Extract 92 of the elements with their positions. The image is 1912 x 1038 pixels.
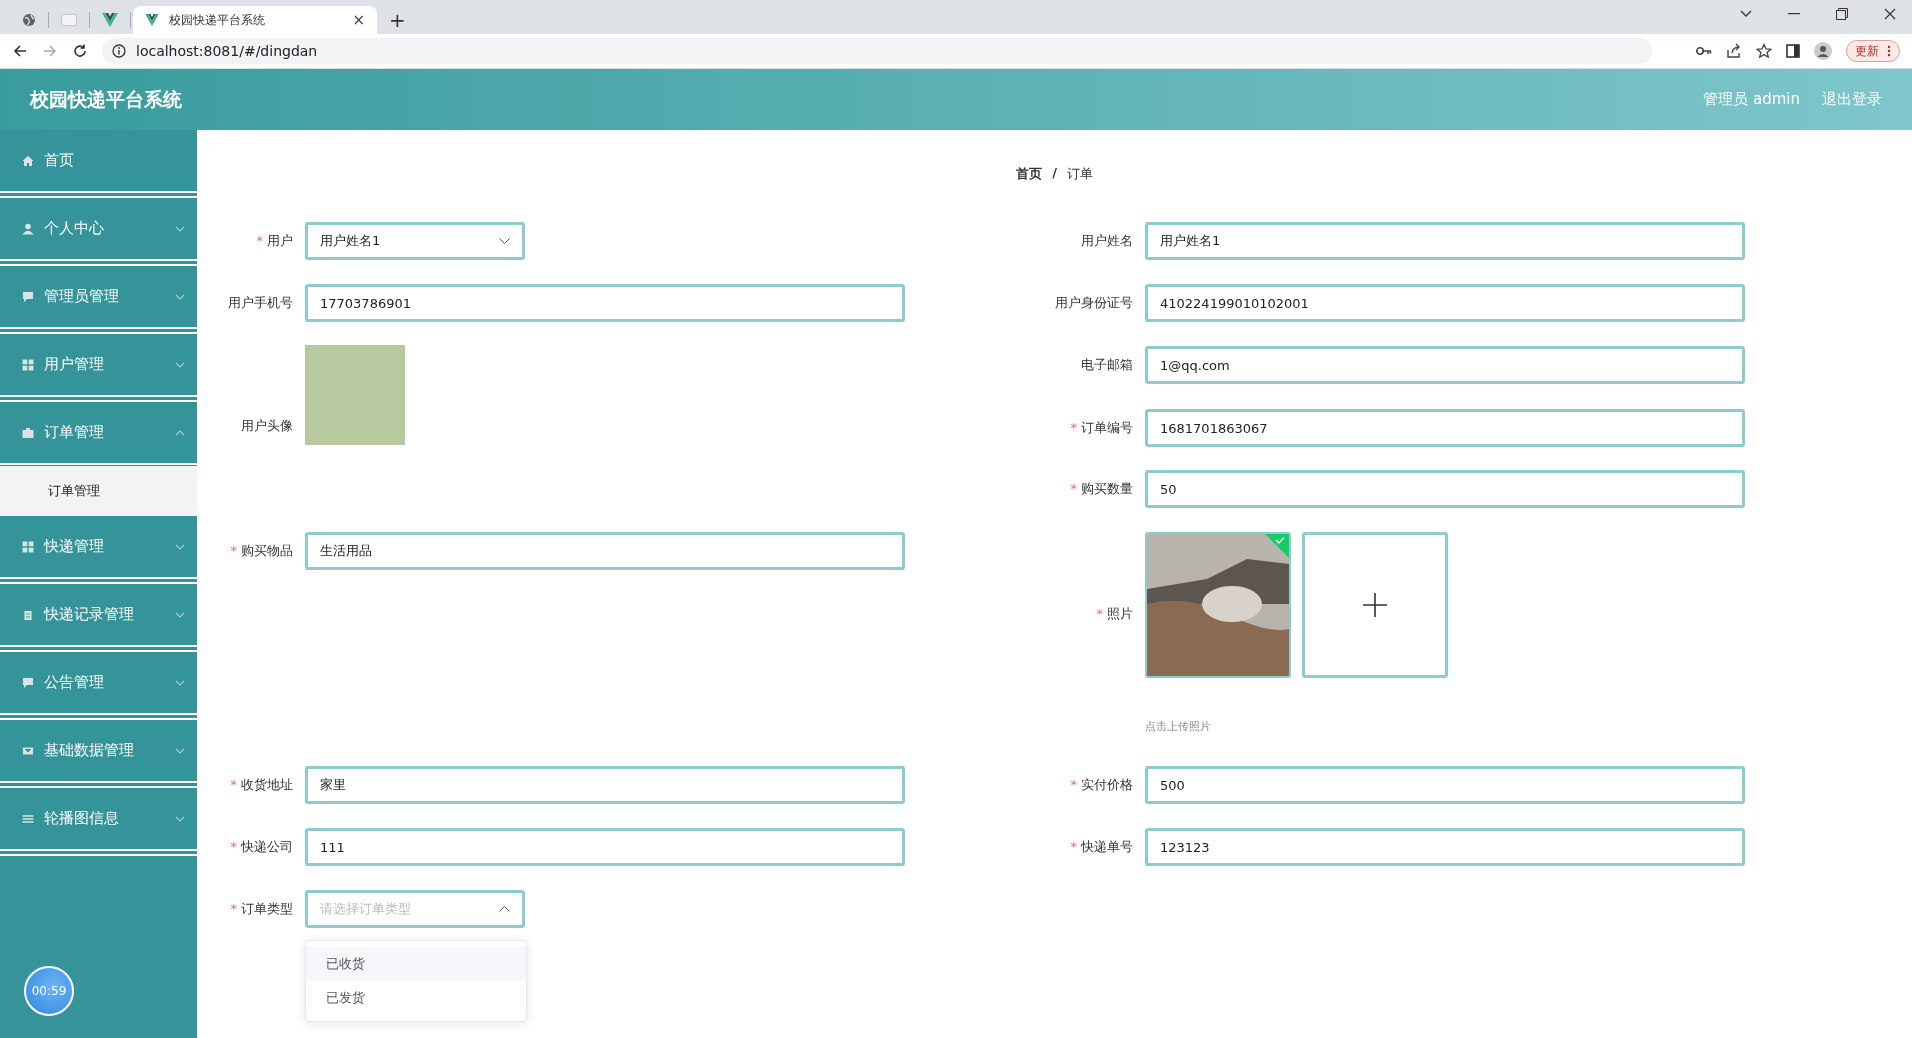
chevron-icon [175, 611, 185, 618]
update-button[interactable]: 更新 [1846, 40, 1900, 62]
field-label: * 订单编号 [1069, 419, 1133, 437]
side-panel-icon[interactable] [1786, 44, 1800, 58]
text-field[interactable]: 50 [1145, 470, 1745, 508]
chevron-icon [499, 906, 510, 912]
menu-icon [22, 426, 34, 439]
menu-icon [22, 222, 34, 235]
info-icon [112, 44, 126, 58]
required-mark: * [256, 233, 263, 248]
text-field[interactable]: 1@qq.com [1145, 346, 1745, 384]
text-field[interactable]: 1681701863067 [1145, 409, 1745, 447]
dropdown-option[interactable]: 已收货 [306, 947, 526, 981]
address-field[interactable]: localhost:8081/#/dingdan [102, 38, 1652, 64]
chevron-down-icon[interactable] [1740, 10, 1752, 18]
breadcrumb-item: 订单 [1066, 165, 1093, 183]
timer-badge: 00:59 [24, 966, 74, 1016]
plus-icon [1363, 593, 1387, 617]
required-mark: * [1070, 777, 1077, 792]
field-label: 用户身份证号 [1054, 294, 1133, 312]
field-label: 用户头像 [240, 417, 293, 435]
new-tab-button[interactable]: + [389, 10, 406, 30]
field-label: 电子邮箱 [1080, 356, 1133, 374]
v-logo-icon [145, 14, 159, 26]
required-mark: * [230, 839, 237, 854]
text-field[interactable]: 17703786901 [305, 284, 905, 322]
required-mark: * [1070, 420, 1077, 435]
chevron-icon [175, 361, 185, 368]
field-label: * 订单类型 [229, 900, 293, 918]
page-icon [61, 14, 77, 26]
chevron-icon [175, 429, 185, 436]
field-label: 用户手机号 [227, 294, 293, 312]
close-icon[interactable] [1884, 8, 1896, 20]
text-field[interactable]: 123123 [1145, 828, 1745, 866]
field-label: 用户姓名 [1080, 232, 1133, 250]
required-mark: * [1070, 839, 1077, 854]
dropdown-option[interactable]: 已发货 [306, 981, 526, 1015]
required-mark: * [230, 901, 237, 916]
required-mark: * [230, 777, 237, 792]
back-icon[interactable] [12, 43, 28, 59]
chevron-icon [175, 815, 185, 822]
menu-icon [22, 676, 34, 689]
required-mark: * [1070, 481, 1077, 496]
star-icon[interactable] [1756, 43, 1772, 59]
field-label: * 收货地址 [229, 776, 293, 794]
minimize-icon[interactable] [1788, 13, 1800, 15]
text-field[interactable]: 410224199010102001 [1145, 284, 1745, 322]
field-label: * 快递单号 [1069, 838, 1133, 856]
field-label: * 实付价格 [1069, 776, 1133, 794]
field-label: * 照片 [1095, 605, 1133, 623]
profile-icon[interactable] [1814, 42, 1832, 60]
upload-hint: 点击上传照片 [1145, 719, 1211, 734]
close-tab-button[interactable]: × [352, 12, 365, 28]
text-field[interactable]: 生活用品 [305, 532, 905, 570]
menu-icon [22, 358, 34, 371]
chevron-icon [175, 679, 185, 686]
field-label: * 购买数量 [1069, 480, 1133, 498]
text-field[interactable]: 500 [1145, 766, 1745, 804]
breadcrumb-separator: / [1052, 165, 1057, 182]
select-field[interactable]: 用户姓名1 [305, 222, 525, 260]
menu-icon [22, 744, 34, 757]
field-label: * 购买物品 [229, 542, 293, 560]
app-title: 校园快递平台系统 [30, 86, 182, 112]
user-label: 管理员 admin [1703, 90, 1800, 109]
text-field[interactable]: 家里 [305, 766, 905, 804]
menu-icon [22, 154, 34, 167]
chevron-icon [175, 225, 185, 232]
more-icon [1887, 45, 1891, 57]
chevron-icon [175, 543, 185, 550]
breadcrumb-item[interactable]: 首页 [1016, 165, 1043, 187]
v-logo-icon [102, 13, 118, 27]
chevron-icon [499, 238, 510, 244]
share-icon[interactable] [1726, 43, 1742, 59]
required-mark: * [1096, 606, 1103, 621]
menu-icon [22, 540, 34, 553]
reload-icon[interactable] [72, 43, 88, 59]
text-field[interactable]: 用户姓名1 [1145, 222, 1745, 260]
field-label: * 用户 [255, 232, 293, 250]
text-field[interactable]: 111 [305, 828, 905, 866]
menu-icon [22, 290, 34, 303]
chevron-icon [175, 747, 185, 754]
required-mark: * [230, 543, 237, 558]
restore-icon[interactable] [1836, 8, 1848, 20]
browser-tab[interactable]: 校园快递平台系统 × [133, 6, 377, 34]
menu-icon [22, 812, 34, 825]
chevron-icon [175, 293, 185, 300]
field-label: * 快递公司 [229, 838, 293, 856]
key-icon[interactable] [1696, 46, 1712, 56]
tab-title: 校园快递平台系统 [169, 11, 266, 29]
menu-icon [22, 608, 34, 621]
sidebar-subitem[interactable]: 订单管理 [0, 466, 197, 516]
globe-icon [22, 13, 36, 27]
